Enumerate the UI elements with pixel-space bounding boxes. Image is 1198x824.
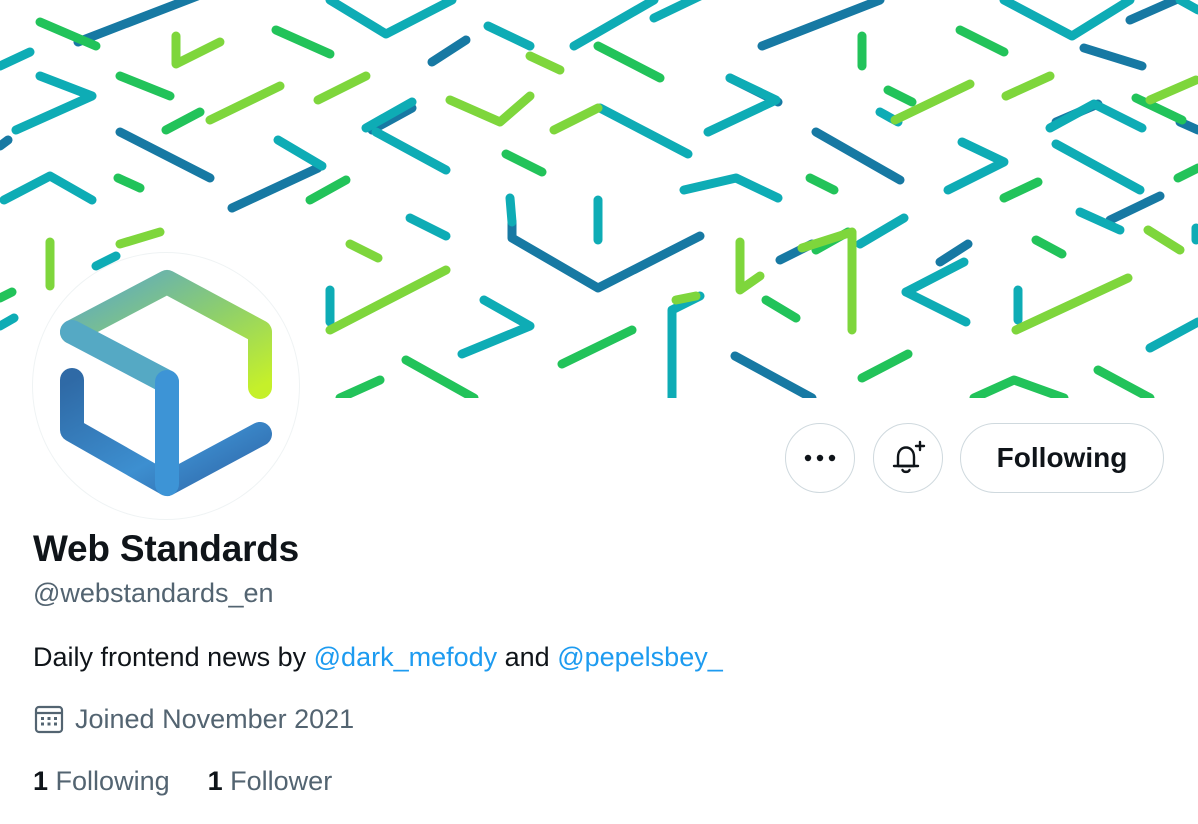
bio: Daily frontend news by @dark_mefody and … [33, 642, 723, 673]
more-icon [804, 454, 836, 462]
followers-count-link[interactable]: 1 Follower [208, 766, 333, 797]
more-button[interactable] [785, 423, 855, 493]
following-button[interactable]: Following [960, 423, 1164, 493]
following-count-link[interactable]: 1 Following [33, 766, 170, 797]
bell-plus-icon [892, 440, 926, 474]
follow-stats: 1 Following 1 Follower [33, 766, 370, 797]
following-label: Following [55, 766, 170, 796]
following-count: 1 [33, 766, 49, 796]
notify-button[interactable] [873, 423, 943, 493]
avatar[interactable] [32, 252, 300, 520]
followers-label: Follower [230, 766, 333, 796]
mention-link-pepelsbey[interactable]: @pepelsbey_ [557, 642, 723, 672]
calendar-icon [34, 705, 64, 734]
mention-link-dark-mefody[interactable]: @dark_mefody [314, 642, 498, 672]
bio-text: Daily frontend news by [33, 642, 314, 672]
user-handle: @webstandards_en [33, 578, 274, 608]
join-date-text: Joined November 2021 [75, 703, 355, 734]
join-date: Joined November 2021 [33, 703, 354, 735]
bio-text-middle: and [497, 642, 558, 672]
followers-count: 1 [207, 766, 223, 796]
display-name: Web Standards [33, 528, 300, 569]
web-standards-logo [60, 270, 272, 496]
